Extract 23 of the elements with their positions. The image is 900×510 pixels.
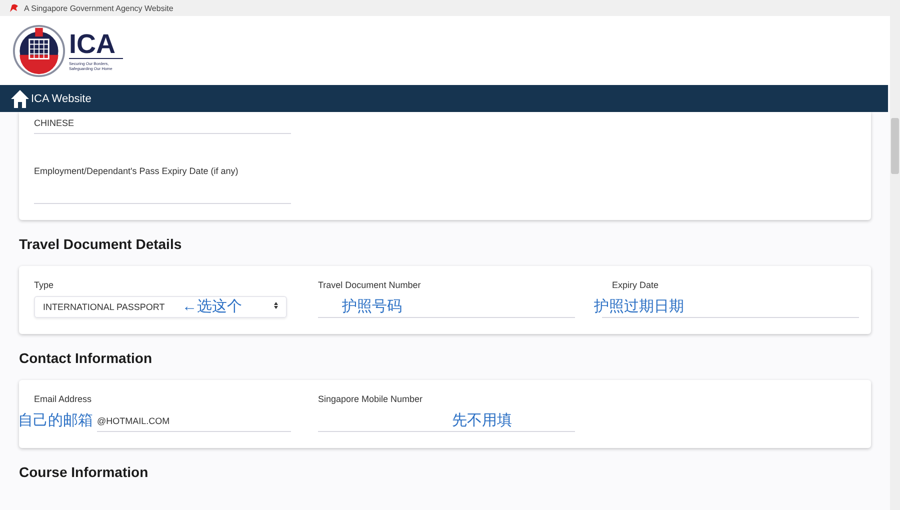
annotation-text: 先不用填 [452, 411, 512, 431]
annotation-text: ←选这个 [182, 297, 242, 317]
lion-head-icon [9, 3, 19, 13]
government-notice: A Singapore Government Agency Website [24, 4, 174, 12]
section-heading: Course Information [19, 464, 150, 480]
annotation-text: 自己的邮箱 [18, 411, 93, 431]
field-label: Expiry Date [611, 280, 660, 290]
scroll-thumb[interactable] [891, 118, 899, 174]
annotation-text: 护照号码 [342, 297, 402, 317]
field-label: Type [34, 280, 55, 290]
section-heading: Travel Document Details [19, 236, 183, 252]
input-field[interactable]: CHINESE [34, 112, 291, 134]
field-label: Employment/Dependant's Pass Expiry Date (if any) [34, 166, 240, 176]
annotation-text: 护照过期日期 [594, 297, 684, 317]
input-field[interactable]: @HOTMAIL.COM [97, 410, 291, 432]
emblem-icon [12, 24, 66, 78]
logo-text: ICA [69, 30, 123, 59]
home-icon [10, 88, 30, 108]
field-label: Travel Document Number [318, 280, 422, 290]
field-label: Singapore Mobile Number [318, 394, 424, 404]
nav-link[interactable]: ICA Website [10, 88, 92, 108]
section-heading: Contact Information [19, 350, 153, 366]
field-label: Email Address [34, 394, 93, 404]
